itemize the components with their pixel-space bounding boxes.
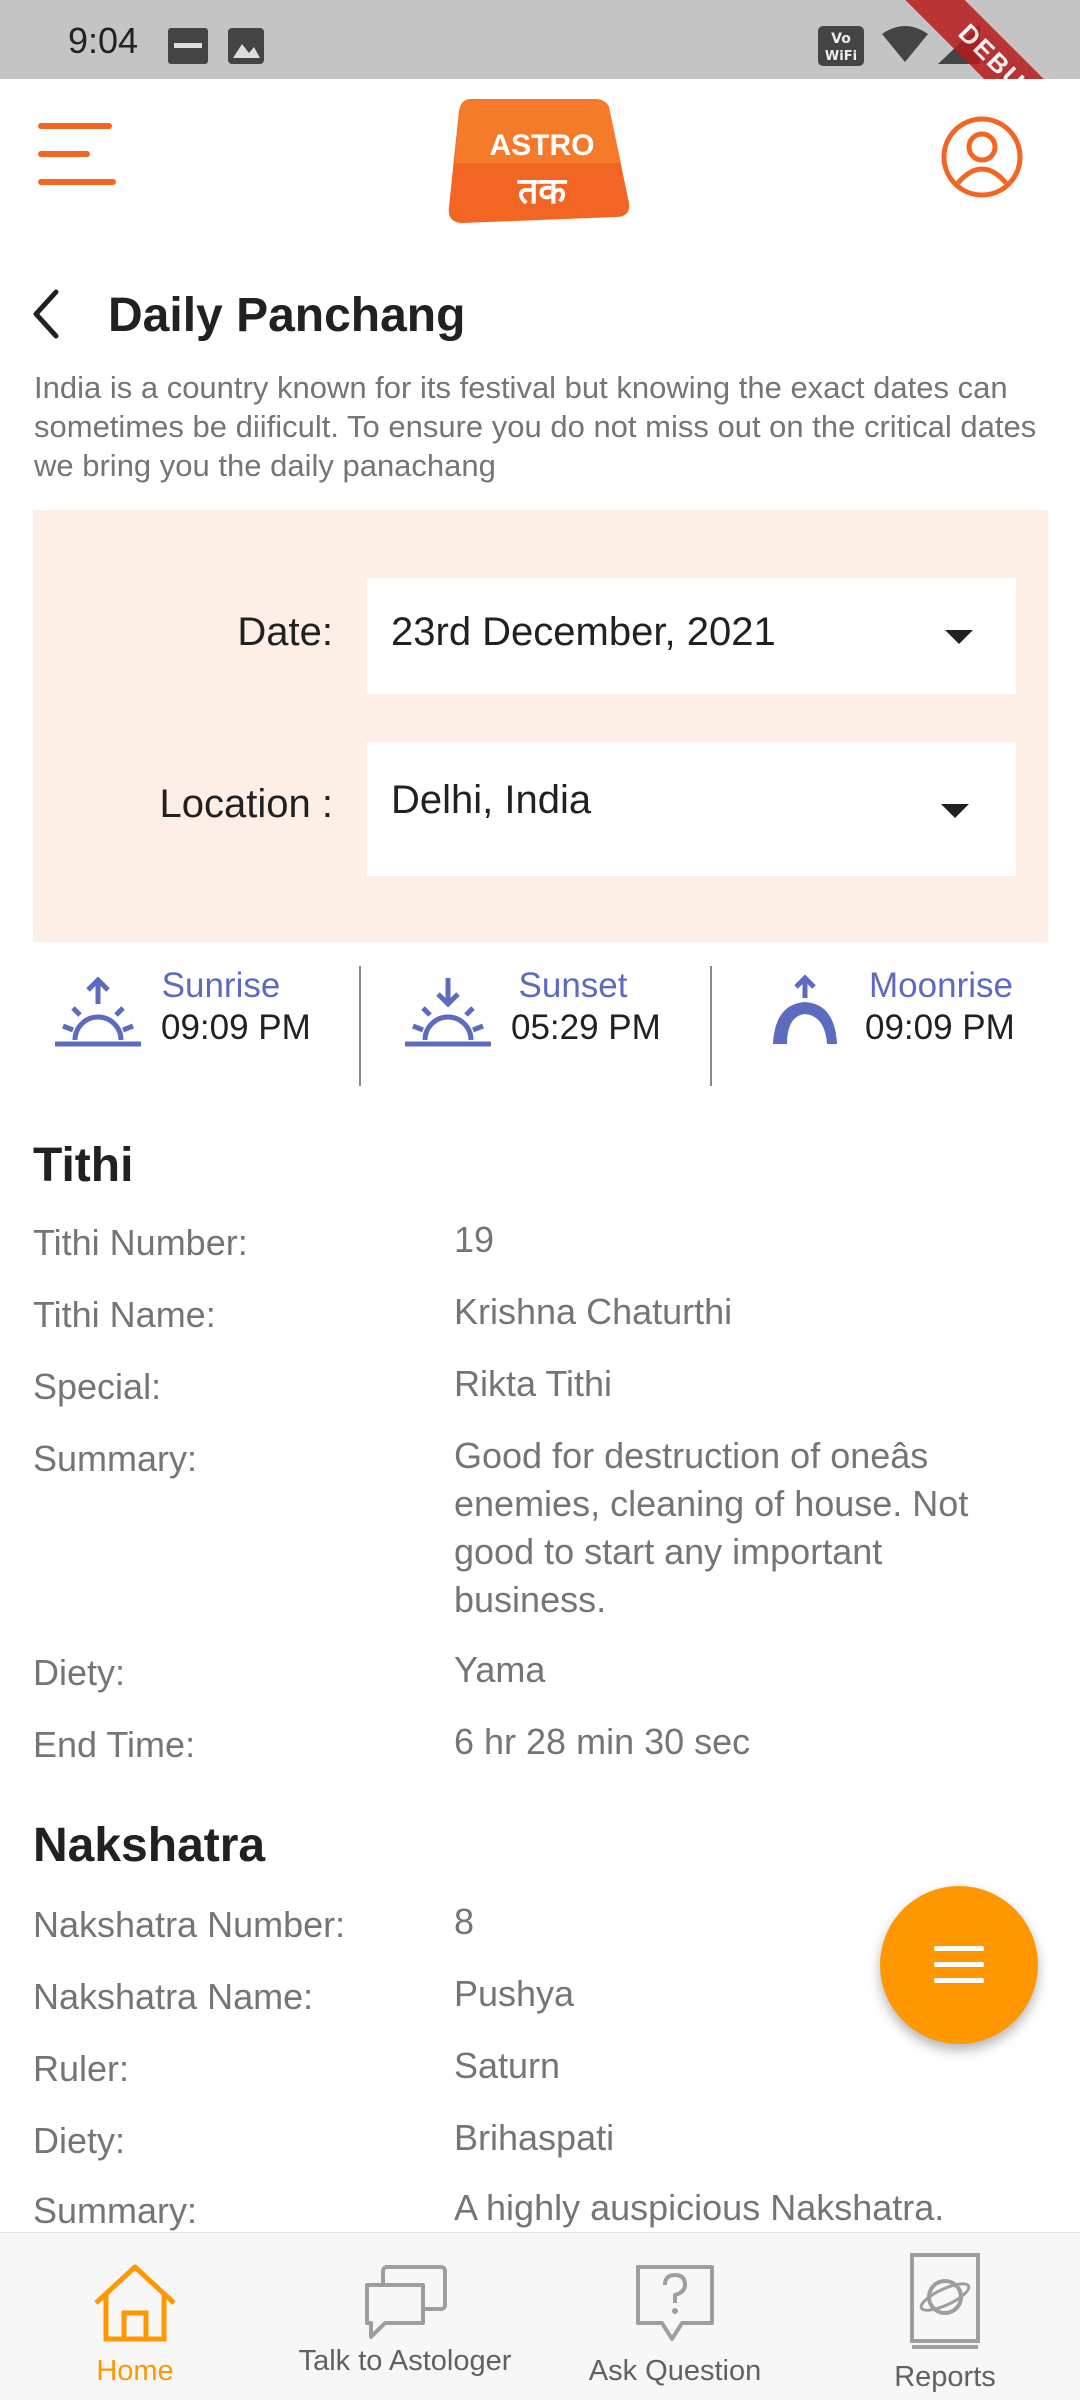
chevron-down-icon xyxy=(945,630,973,644)
svg-text:WiFi: WiFi xyxy=(825,49,857,64)
tithi-end-time-label: End Time: xyxy=(33,1724,196,1765)
sunrise-item: Sunrise 09:09 PM xyxy=(33,962,363,1088)
location-value: Delhi, India xyxy=(391,778,592,822)
astrotak-logo: ASTRO तक xyxy=(445,93,631,223)
back-arrow-icon[interactable] xyxy=(26,284,66,344)
floating-menu-button[interactable] xyxy=(880,1886,1038,2044)
tithi-diety-value: Yama xyxy=(454,1649,546,1690)
nav-item-reports[interactable]: Reports xyxy=(860,2233,1030,2400)
nav-item-home[interactable]: Home xyxy=(60,2233,210,2400)
wifi-icon xyxy=(882,26,928,62)
tithi-number-label: Tithi Number: xyxy=(33,1222,248,1263)
logo-text-hindi: तक xyxy=(517,170,567,211)
vowifi-icon: Vo WiFi xyxy=(818,26,864,66)
status-time: 9:04 xyxy=(68,20,139,61)
nakshatra-number-label: Nakshatra Number: xyxy=(33,1904,346,1945)
date-value: 23rd December, 2021 xyxy=(391,610,776,654)
nav-item-ask-question[interactable]: Ask Question xyxy=(570,2233,780,2400)
sunrise-label: Sunrise xyxy=(161,966,281,1005)
logo-text: ASTRO xyxy=(489,129,595,162)
moonrise-item: Moonrise 09:09 PM xyxy=(713,962,1048,1088)
nav-item-talk-to-astrologer[interactable]: Talk to Astologer xyxy=(285,2233,525,2400)
sunset-icon xyxy=(405,978,491,1047)
fab-menu-line-icon xyxy=(934,1962,984,1967)
moonrise-time: 09:09 PM xyxy=(865,1008,1015,1047)
sunset-time: 05:29 PM xyxy=(511,1008,661,1047)
home-icon xyxy=(94,2264,176,2342)
question-icon xyxy=(636,2265,714,2341)
reports-icon xyxy=(910,2253,980,2349)
sunset-item: Sunset 05:29 PM xyxy=(363,962,713,1088)
tithi-diety-label: Diety: xyxy=(33,1652,126,1693)
hamburger-line-icon xyxy=(38,179,116,185)
nav-label-ask-question: Ask Question xyxy=(588,2355,762,2387)
nav-label-talk-to-astrologer: Talk to Astologer xyxy=(298,2345,512,2377)
menu-button[interactable] xyxy=(38,123,116,189)
tithi-name-label: Tithi Name: xyxy=(33,1294,216,1335)
zomato-notification-icon xyxy=(168,28,208,64)
fab-menu-line-icon xyxy=(934,1946,984,1951)
nakshatra-summary-value: A highly auspicious Nakshatra. xyxy=(454,2187,945,2228)
sunset-label: Sunset xyxy=(518,966,628,1005)
page-title: Daily Panchang xyxy=(108,289,466,342)
tithi-end-time-value: 6 hr 28 min 30 sec xyxy=(454,1721,751,1762)
nakshatra-diety-label: Diety: xyxy=(33,2120,126,2161)
tithi-summary-value: Good for destruction of oneâs enemies, c… xyxy=(454,1435,969,1620)
sunrise-icon xyxy=(55,976,141,1047)
tithi-special-label: Special: xyxy=(33,1366,162,1407)
astro-times-row: Sunrise 09:09 PM Sunset 05:29 PM Moonris… xyxy=(33,962,1048,1088)
nakshatra-diety-value: Brihaspati xyxy=(454,2117,615,2158)
fab-menu-line-icon xyxy=(934,1978,984,1983)
gallery-notification-icon xyxy=(228,28,264,64)
nakshatra-ruler-value: Saturn xyxy=(454,2045,561,2086)
chevron-down-icon xyxy=(941,804,969,818)
hamburger-line-icon xyxy=(38,151,90,157)
svg-text:Vo: Vo xyxy=(831,31,851,47)
tithi-special-value: Rikta Tithi xyxy=(454,1363,613,1404)
nakshatra-ruler-label: Ruler: xyxy=(33,2048,130,2089)
nav-label-home: Home xyxy=(96,2355,174,2387)
nakshatra-summary-label: Summary: xyxy=(33,2190,198,2231)
divider xyxy=(359,966,361,1086)
status-bar: 9:04 Vo WiFi DEBUG xyxy=(0,0,1080,186)
tithi-number-value: 19 xyxy=(454,1219,495,1260)
location-label: Location : xyxy=(159,782,333,826)
moonrise-icon xyxy=(773,974,837,1044)
moonrise-label: Moonrise xyxy=(869,966,1013,1005)
tithi-section-title: Tithi xyxy=(33,1139,134,1192)
profile-icon[interactable] xyxy=(940,115,1024,199)
nav-label-reports: Reports xyxy=(894,2361,996,2393)
nakshatra-section-title: Nakshatra xyxy=(33,1819,266,1872)
selector-panel: Date: 23rd December, 2021 Location : Del… xyxy=(33,510,1048,942)
bottom-navigation: Home Talk to Astologer Ask Question Repo… xyxy=(0,2232,1080,2400)
location-dropdown[interactable]: Delhi, India xyxy=(367,742,1016,876)
tithi-summary-label: Summary: xyxy=(33,1438,198,1479)
sunrise-time: 09:09 PM xyxy=(161,1008,311,1047)
tithi-name-value: Krishna Chaturthi xyxy=(454,1291,733,1332)
date-label: Date: xyxy=(237,610,333,654)
date-dropdown[interactable]: 23rd December, 2021 xyxy=(367,578,1016,694)
hamburger-line-icon xyxy=(38,123,112,129)
page-description: India is a country known for its festiva… xyxy=(34,370,1037,483)
app-header: ASTRO तक xyxy=(0,79,1080,239)
nakshatra-name-label: Nakshatra Name: xyxy=(33,1976,314,2017)
chat-icon xyxy=(365,2265,447,2339)
divider xyxy=(710,966,712,1086)
